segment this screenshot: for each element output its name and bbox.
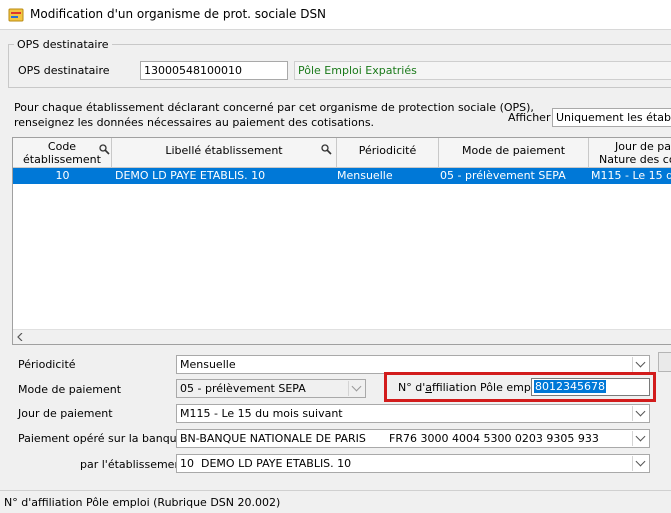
col-header-periodicite[interactable]: Périodicité — [337, 138, 439, 168]
cell-jour: M115 - Le 15 du — [591, 169, 671, 182]
title-bar: Modification d'un organisme de prot. soc… — [0, 0, 671, 30]
col-header-jour[interactable]: Jour de paie Nature des coti — [589, 138, 671, 168]
mode-select[interactable]: 05 - prélèvement SEPA — [176, 379, 366, 398]
instructions-line2: renseignez les données nécessaires au pa… — [14, 116, 375, 129]
col-header-code[interactable]: Code établissement — [13, 138, 112, 168]
mode-label: Mode de paiement — [18, 383, 122, 396]
search-icon[interactable] — [99, 144, 110, 155]
cell-libelle: DEMO LD PAYE ETABLIS. 10 — [115, 169, 266, 182]
etab-label: par l'établissement — [80, 458, 186, 471]
jour-label: Jour de paiement — [18, 407, 113, 420]
ops-name-field: Pôle Emploi Expatriés — [294, 61, 671, 80]
chevron-down-icon[interactable] — [632, 406, 648, 421]
app-icon — [8, 8, 24, 22]
cell-code: 10 — [55, 169, 70, 182]
establishments-grid: Code établissement Libellé établissement… — [12, 137, 671, 345]
chevron-down-icon[interactable] — [632, 431, 648, 446]
chevron-down-icon[interactable] — [632, 357, 648, 372]
ops-group-legend: OPS destinataire — [14, 38, 112, 51]
affiliation-input[interactable]: 8012345678 — [531, 378, 650, 396]
search-icon[interactable] — [321, 144, 332, 155]
filter-label: Afficher — [508, 111, 551, 124]
ops-label: OPS destinataire — [18, 64, 110, 77]
side-button[interactable] — [658, 352, 671, 372]
scroll-left-icon[interactable] — [16, 333, 24, 341]
cell-periodicite: Mensuelle — [337, 169, 393, 182]
periodicite-label: Périodicité — [18, 358, 76, 371]
etab-select[interactable]: 10 DEMO LD PAYE ETABLIS. 10 — [176, 454, 650, 473]
banque-label: Paiement opéré sur la banque — [18, 432, 184, 445]
chevron-down-icon[interactable] — [632, 456, 648, 471]
affiliation-label: N° d'affiliation Pôle emploi — [398, 381, 544, 394]
cell-mode: 05 - prélèvement SEPA — [440, 169, 566, 182]
instructions-line1: Pour chaque établissement déclarant conc… — [14, 101, 534, 114]
chevron-down-icon[interactable] — [348, 381, 364, 396]
jour-select[interactable]: M115 - Le 15 du mois suivant — [176, 404, 650, 423]
grid-horizontal-scrollbar[interactable] — [13, 329, 671, 344]
col-header-libelle[interactable]: Libellé établissement — [112, 138, 337, 168]
status-bar: N° d'affiliation Pôle emploi (Rubrique D… — [0, 490, 671, 513]
col-header-mode[interactable]: Mode de paiement — [439, 138, 589, 168]
window-title: Modification d'un organisme de prot. soc… — [30, 7, 327, 21]
ops-code-input[interactable]: 13000548100010 — [140, 61, 288, 80]
banque-select[interactable]: BN-BANQUE NATIONALE DE PARIS FR76 3000 4… — [176, 429, 650, 448]
filter-select[interactable]: Uniquement les établisse — [552, 108, 671, 127]
